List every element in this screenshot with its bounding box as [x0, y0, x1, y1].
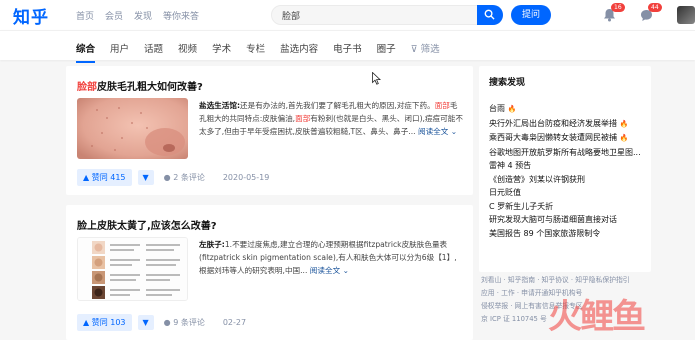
- answer-excerpt[interactable]: 盐选生活馆:还是有办法的,首先我们要了解毛孔粗大的原因,对症下药。面部毛孔粗大的…: [199, 99, 463, 138]
- trending-item[interactable]: 台雨 🔥: [489, 102, 641, 117]
- comment-icon: ●: [163, 318, 174, 327]
- nav-home[interactable]: 首页: [76, 9, 94, 22]
- tab-circles[interactable]: 圈子: [377, 41, 396, 55]
- trending-item[interactable]: C 罗新生儿子夭折: [489, 200, 641, 214]
- answer-author[interactable]: 盐选生活馆:: [199, 101, 240, 110]
- tab-salt-content[interactable]: 盐选内容: [280, 41, 318, 55]
- messages-button[interactable]: 44: [640, 3, 662, 26]
- comment-button[interactable]: ● 2 条评论: [164, 172, 205, 183]
- chevron-down-icon: ⌄: [342, 266, 349, 275]
- answer-excerpt[interactable]: 左肤子:1.不要过度焦虑,建立合理的心理预期根据fitzpatrick皮肤肤色量…: [199, 238, 463, 277]
- title-text: 皮肤毛孔粗大如何改善?: [97, 82, 203, 93]
- search-input[interactable]: 脸部: [282, 9, 300, 22]
- mouse-cursor-icon: [372, 72, 381, 85]
- message-badge: 44: [648, 3, 662, 12]
- tab-all[interactable]: 综合: [76, 41, 96, 63]
- trending-item[interactable]: 日元贬值: [489, 186, 641, 200]
- downvote-button[interactable]: ▼: [137, 170, 154, 185]
- read-more-link[interactable]: 阅读全文 ⌄: [310, 266, 349, 275]
- trending-item[interactable]: 乘西哥大毒枭因懒转女装遭网民被捕 🔥: [489, 131, 641, 146]
- trending-text: 台雨: [489, 104, 505, 113]
- skin-type-chart-image: [78, 238, 187, 300]
- excerpt-text: 还是有办法的,首先我们要了解毛孔粗大的原因,对症下药。: [240, 101, 435, 110]
- excerpt-highlight: 面部: [434, 101, 450, 110]
- answer-actions: ▲ 赞同 415 ▼ ● 2 条评论 2020-05-19: [77, 169, 269, 186]
- question-title[interactable]: 脸上皮肤太黄了,应该怎么改善?: [77, 217, 217, 232]
- filter-button[interactable]: ⊽ 筛选: [411, 41, 440, 55]
- chevron-down-icon: ⌄: [450, 127, 458, 136]
- answer-date: 02-27: [222, 318, 247, 327]
- answer-thumbnail[interactable]: [77, 237, 188, 301]
- search-discovery-panel: 搜索发现 台雨 🔥 央行外汇局出台防疫和经济发展举措 🔥 乘西哥大毒枭因懒转女装…: [479, 66, 651, 272]
- read-more-label: 阅读全文: [417, 127, 449, 136]
- tab-columns[interactable]: 专栏: [246, 41, 265, 55]
- comment-label: 2 条评论: [173, 173, 205, 182]
- footer-links[interactable]: 刘看山 · 知乎指南 · 知乎协议 · 知乎隐私保护指引: [481, 274, 661, 287]
- search-icon: [484, 9, 495, 20]
- excerpt-highlight: 面部: [295, 114, 311, 123]
- trending-item[interactable]: 美国报告 89 个国家旅游限制令: [489, 227, 641, 241]
- trending-item[interactable]: 研究发现大脑可与肠道细菌直接对话: [489, 213, 641, 227]
- user-avatar[interactable]: [677, 6, 695, 24]
- zhihu-logo[interactable]: 知乎: [13, 3, 49, 28]
- search-result-card: 脸部皮肤毛孔粗大如何改善? 盐选生活馆:还是有办法的,首先我们要了解毛孔粗大的原…: [66, 66, 473, 195]
- upvote-button[interactable]: ▲ 赞同 103: [77, 314, 132, 331]
- answer-actions: ▲ 赞同 103 ▼ ● 9 条评论 02-27: [77, 314, 246, 331]
- fire-icon: 🔥: [619, 119, 629, 128]
- nav-waiting-answers[interactable]: 等你来答: [163, 9, 199, 22]
- answer-date: 2020-05-19: [222, 173, 270, 182]
- fire-icon: 🔥: [507, 105, 517, 113]
- comment-button[interactable]: ● 9 条评论: [164, 317, 205, 328]
- nav-discover[interactable]: 发现: [134, 9, 152, 22]
- title-text: 脸上皮肤太黄了,应该怎么改善?: [77, 221, 217, 232]
- tab-users[interactable]: 用户: [110, 41, 129, 55]
- upvote-icon: ▲: [83, 318, 92, 327]
- search-tab-bar: 综合 用户 话题 视频 学术 专栏 盐选内容 电子书 圈子 ⊽ 筛选: [0, 30, 695, 63]
- comment-icon: ●: [163, 173, 174, 182]
- skin-closeup-image: [77, 98, 188, 159]
- question-title[interactable]: 脸部皮肤毛孔粗大如何改善?: [77, 78, 203, 93]
- panel-title: 搜索发现: [489, 78, 526, 88]
- tab-ebooks[interactable]: 电子书: [333, 41, 362, 55]
- answer-thumbnail[interactable]: [77, 98, 188, 159]
- search-button[interactable]: [477, 5, 503, 25]
- fire-icon: 🔥: [619, 134, 629, 142]
- nav-membership[interactable]: 会员: [105, 9, 123, 22]
- trending-item[interactable]: 谷歌地图开放航罗斯所有战略要地卫星图...: [489, 146, 641, 160]
- filter-icon: ⊽: [410, 44, 421, 55]
- notification-badge: 16: [611, 3, 625, 12]
- downvote-icon: ▼: [142, 173, 149, 182]
- comment-label: 9 条评论: [173, 318, 205, 327]
- tab-videos[interactable]: 视频: [178, 41, 197, 55]
- ask-question-button[interactable]: 提问: [511, 5, 551, 25]
- title-highlight: 脸部: [77, 82, 97, 93]
- notifications-button[interactable]: 16: [603, 3, 625, 26]
- upvote-label: 赞同 103: [91, 318, 126, 327]
- read-more-link[interactable]: 阅读全文 ⌄: [418, 127, 457, 136]
- svg-text:火鲤鱼: 火鲤鱼: [548, 297, 645, 337]
- answer-author[interactable]: 左肤子:: [199, 240, 225, 249]
- tab-academic[interactable]: 学术: [212, 41, 231, 55]
- top-nav: 首页 会员 发现 等你来答: [76, 9, 199, 22]
- upvote-icon: ▲: [83, 173, 92, 182]
- downvote-button[interactable]: ▼: [137, 315, 154, 330]
- trending-item[interactable]: 央行外汇局出台防疫和经济发展举措 🔥: [489, 117, 641, 132]
- trending-item[interactable]: 《创造营》刘某以许钢获刑: [489, 173, 641, 187]
- trending-text: 央行外汇局出台防疫和经济发展举措: [489, 118, 617, 128]
- trending-text: 乘西哥大毒枭因懒转女装遭网民被捕: [489, 133, 617, 142]
- search-box[interactable]: 脸部: [271, 5, 503, 25]
- watermark-logo: 火鲤鱼: [548, 297, 647, 337]
- tab-topics[interactable]: 话题: [144, 41, 163, 55]
- search-result-card: 脸上皮肤太黄了,应该怎么改善? 左肤子:1.不要过度焦虑,建立合理的心理预期根据…: [66, 205, 473, 340]
- upvote-button[interactable]: ▲ 赞同 415: [77, 169, 132, 186]
- trending-list: 台雨 🔥 央行外汇局出台防疫和经济发展举措 🔥 乘西哥大毒枭因懒转女装遭网民被捕…: [489, 102, 641, 240]
- read-more-label: 阅读全文: [309, 266, 341, 275]
- top-app-bar: 知乎 首页 会员 发现 等你来答 脸部 提问 16 44: [0, 0, 695, 30]
- upvote-label: 赞同 415: [91, 173, 126, 182]
- downvote-icon: ▼: [142, 318, 149, 327]
- filter-label: 筛选: [420, 44, 440, 55]
- trending-item[interactable]: 雷神 4 预告: [489, 159, 641, 173]
